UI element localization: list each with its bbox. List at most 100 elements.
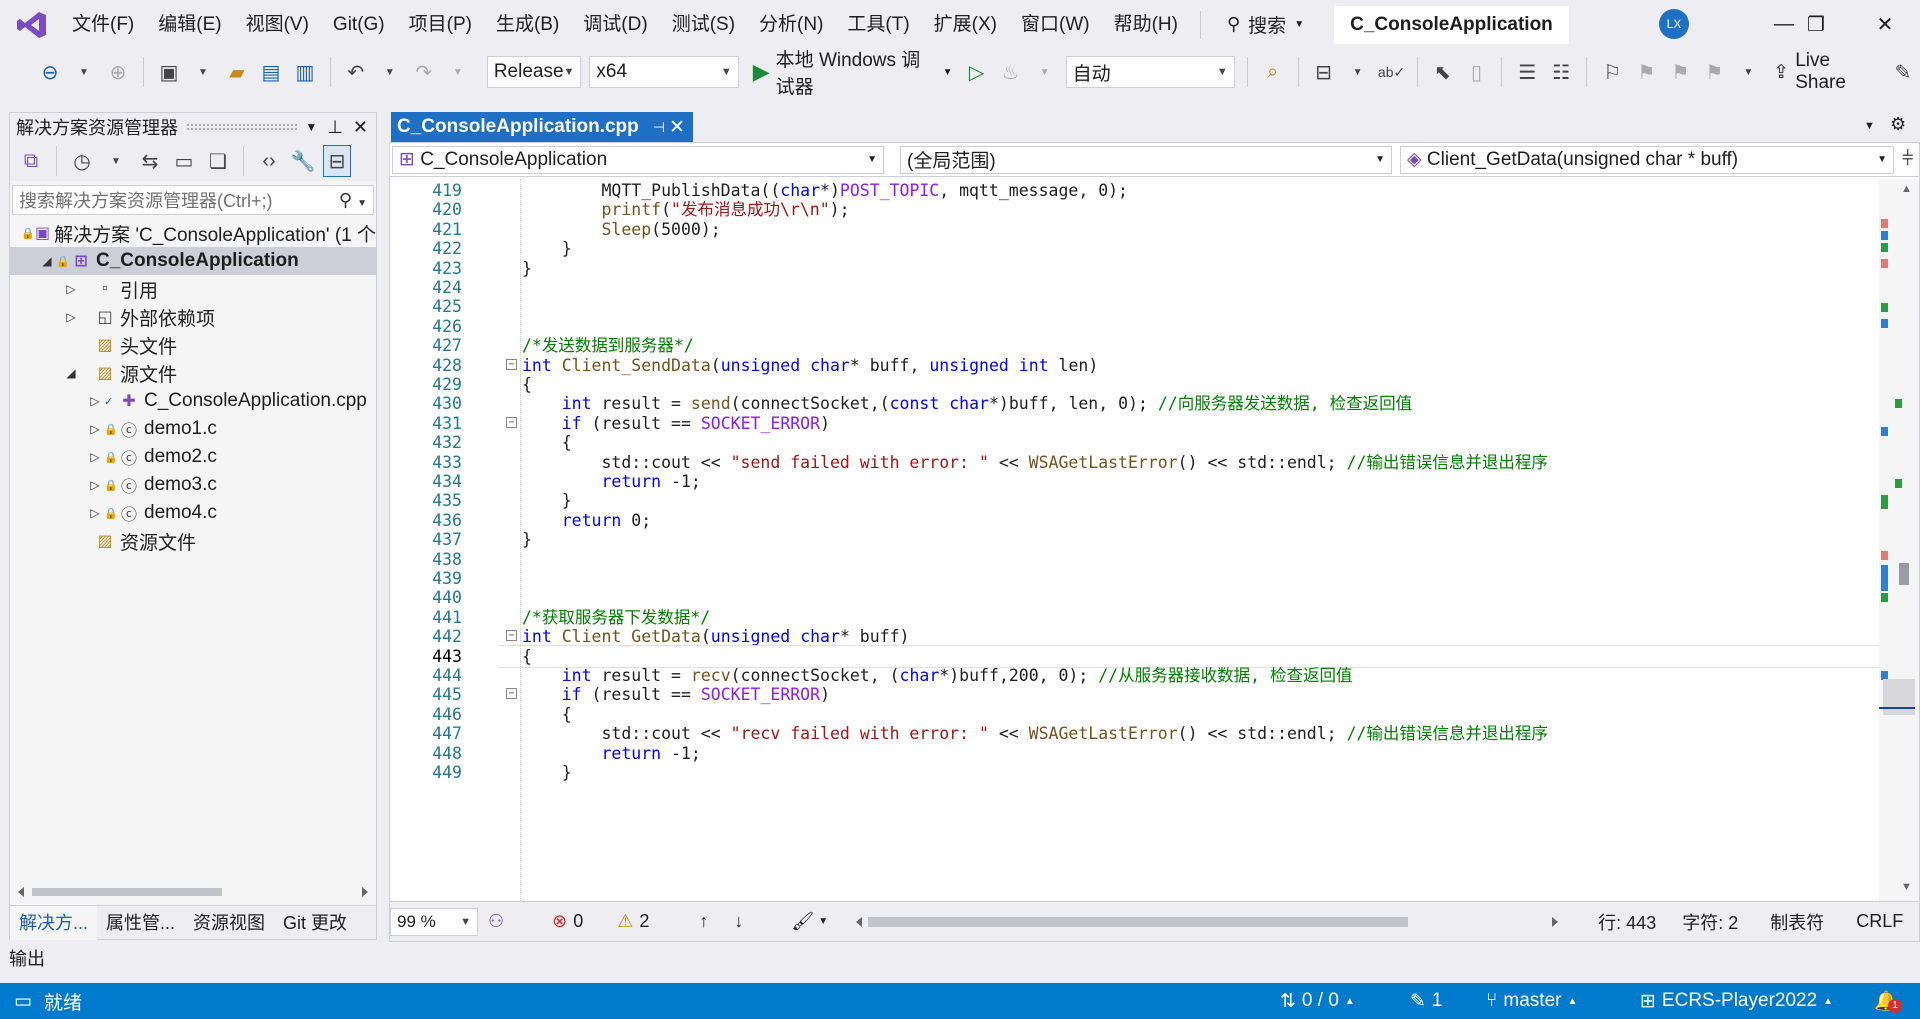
code-line[interactable]: 449 } xyxy=(390,761,1880,784)
panel-tab[interactable]: 属性管... xyxy=(97,906,184,940)
menu-item[interactable]: 测试(S) xyxy=(660,0,747,49)
menu-item[interactable]: 项目(P) xyxy=(397,0,484,49)
tree-item[interactable]: ▷ 🔒 ⓒ demo4.c xyxy=(10,499,376,527)
eol-mode[interactable]: CRLF xyxy=(1856,911,1903,932)
code-cleanup-icon[interactable]: 🖌 xyxy=(791,911,814,932)
panel-tab[interactable]: 解决方... xyxy=(10,905,98,940)
menu-item[interactable]: 工具(T) xyxy=(835,0,921,49)
menu-item[interactable]: 视图(V) xyxy=(234,0,321,49)
config-combo[interactable]: Release ▼ xyxy=(486,56,582,88)
notifications-button[interactable]: 🔔 1 xyxy=(1874,989,1902,1013)
close-tab-icon[interactable]: ✕ xyxy=(669,116,685,139)
warning-icon[interactable]: ⚠ xyxy=(617,911,633,932)
panel-menu-icon[interactable]: ▼ xyxy=(305,120,317,134)
auto-combo[interactable]: 自动 ▼ xyxy=(1065,56,1235,88)
arrow-down-icon[interactable]: ↓ xyxy=(734,911,743,932)
code-area[interactable]: 419 MQTT_PublishData((char*)POST_TOPIC, … xyxy=(390,179,1880,901)
settings-gear-icon[interactable]: ⚙ xyxy=(1890,114,1906,135)
intellicode-icon[interactable]: ⚇ xyxy=(488,911,504,932)
zoom-combo[interactable]: 99 % ▼ xyxy=(390,907,478,936)
horizontal-scrollbar[interactable] xyxy=(18,885,368,899)
tree-item[interactable]: ▨ 头文件 xyxy=(10,331,376,359)
close-panel-icon[interactable]: ✕ xyxy=(353,117,368,138)
tree-item[interactable]: ▷ 🔒 ⓒ demo3.c xyxy=(10,471,376,499)
menu-item[interactable]: 生成(B) xyxy=(484,0,571,49)
nav-scope-combo[interactable]: (全局范围) ▼ xyxy=(900,145,1392,174)
chevron-down-icon[interactable]: ▼ xyxy=(818,916,828,927)
tree-item[interactable]: 🔒 ▣ 解决方案 'C_ConsoleApplication' (1 个 xyxy=(10,219,376,247)
expand-chevron-icon[interactable]: ▷ xyxy=(62,310,80,324)
bookmark-icon[interactable]: ⚐ xyxy=(1598,56,1626,88)
nav-project-combo[interactable]: ⊞ C_ConsoleApplication ▼ xyxy=(392,145,884,174)
visual-studio-logo-icon[interactable] xyxy=(16,10,48,40)
scroll-up-icon[interactable]: ▲ xyxy=(1901,183,1912,195)
menu-item[interactable]: 调试(D) xyxy=(571,0,659,49)
tree-item[interactable]: ▷ 🔒 ⓒ demo2.c xyxy=(10,443,376,471)
start-without-debug-icon[interactable]: ▷ xyxy=(963,56,991,88)
outdent-icon[interactable]: ☷ xyxy=(1547,56,1575,88)
back-nav-icon[interactable]: ⊖ xyxy=(36,56,64,88)
account-avatar[interactable]: LX xyxy=(1659,9,1689,39)
expand-chevron-icon[interactable]: ◢ xyxy=(38,254,56,268)
chevron-down-icon[interactable]: ▼ xyxy=(70,56,98,88)
changes-status[interactable]: ✎ 1 xyxy=(1410,990,1443,1013)
menu-item[interactable]: 编辑(E) xyxy=(146,0,233,49)
menu-item[interactable]: Git(G) xyxy=(321,0,397,49)
menu-item[interactable]: 帮助(H) xyxy=(1102,0,1190,49)
document-tab[interactable]: C_ConsoleApplication.cpp ⊣ ✕ xyxy=(391,112,693,142)
find-in-files-icon[interactable]: ⌕ xyxy=(1259,56,1287,88)
fold-toggle-icon[interactable]: − xyxy=(506,688,517,700)
prev-bookmark-icon[interactable]: ⚑ xyxy=(1632,56,1660,88)
menu-item[interactable]: 扩展(X) xyxy=(922,0,1009,49)
line-info[interactable]: 行: 443 xyxy=(1598,909,1656,935)
expand-chevron-icon[interactable]: ▷ xyxy=(86,506,104,520)
chevron-down-icon[interactable]: ▼ xyxy=(376,56,404,88)
sync-icon[interactable]: ⇆ xyxy=(136,145,164,177)
redo-icon[interactable]: ↷ xyxy=(410,56,438,88)
menu-item[interactable]: 分析(N) xyxy=(747,0,835,49)
forward-nav-icon[interactable]: ⊕ xyxy=(104,56,132,88)
feedback-icon[interactable]: ✎ xyxy=(1889,56,1917,88)
tree-item[interactable]: ▷ ▫ 引用 xyxy=(10,275,376,303)
open-folder-icon[interactable]: ▰ xyxy=(223,56,251,88)
expand-chevron-icon[interactable]: ▷ xyxy=(86,450,104,464)
hot-reload-icon[interactable]: ♨ xyxy=(997,56,1025,88)
tree-item[interactable]: ◢ 🔒 ⊞ C_ConsoleApplication xyxy=(10,247,376,275)
repo-status[interactable]: ⊞ ECRS-Player2022 ▲ xyxy=(1640,990,1833,1013)
sync-status[interactable]: ⇅ 0 / 0 ▲ xyxy=(1280,990,1355,1013)
clear-bookmarks-icon[interactable]: ⚑ xyxy=(1700,56,1728,88)
start-debug-button[interactable]: ▶ 本地 Windows 调试器 ▼ xyxy=(753,45,953,99)
pin-icon[interactable]: ⊥ xyxy=(327,117,343,138)
nav-member-combo[interactable]: ◈ Client_GetData(unsigned char * buff) ▼ xyxy=(1400,145,1894,174)
chevron-down-icon[interactable]: ▼ xyxy=(1344,56,1372,88)
output-panel-title[interactable]: 输出 xyxy=(9,945,45,971)
tree-item[interactable]: ▷ ✓ ✚ C_ConsoleApplication.cpp xyxy=(10,387,376,415)
tree-item[interactable]: ▷ 🔒 ⓒ demo1.c xyxy=(10,415,376,443)
indent-icon[interactable]: ☰ xyxy=(1513,56,1541,88)
close-window-button[interactable]: ✕ xyxy=(1855,0,1915,49)
panel-tab[interactable]: 资源视图 xyxy=(184,906,274,940)
fold-toggle-icon[interactable]: − xyxy=(506,630,517,642)
fold-toggle-icon[interactable]: − xyxy=(506,416,517,428)
chevron-down-icon[interactable]: ▼ xyxy=(1734,56,1762,88)
tree-item[interactable]: ▨ 资源文件 xyxy=(10,527,376,555)
chevron-down-icon[interactable]: ▼ xyxy=(1031,56,1059,88)
pin-tab-icon[interactable]: ⊣ xyxy=(653,119,665,136)
spell-check-icon[interactable]: ab✓ xyxy=(1378,56,1406,88)
new-project-icon[interactable]: ▣ xyxy=(155,56,183,88)
expand-chevron-icon[interactable]: ▷ xyxy=(62,282,80,296)
drag-handle[interactable] xyxy=(186,123,298,131)
view-code-icon[interactable]: ‹› xyxy=(255,145,283,177)
arrow-up-icon[interactable]: ↑ xyxy=(699,911,708,932)
live-share-button[interactable]: ⇪ Live Share xyxy=(1773,50,1875,94)
clipboard-icon[interactable]: ▯ xyxy=(1462,56,1490,88)
tree-item[interactable]: ◢ ▨ 源文件 xyxy=(10,359,376,387)
expand-chevron-icon[interactable]: ◢ xyxy=(62,366,80,380)
expand-chevron-icon[interactable]: ▷ xyxy=(86,394,104,408)
select-icon[interactable]: ⬉ xyxy=(1428,56,1456,88)
save-all-icon[interactable]: ▥ xyxy=(291,56,319,88)
indent-mode[interactable]: 制表符 xyxy=(1770,909,1824,935)
tree-item[interactable]: ▷ ◱ 外部依赖项 xyxy=(10,303,376,331)
panel-tab[interactable]: Git 更改 xyxy=(274,906,356,940)
chevron-down-icon[interactable]: ▼ xyxy=(102,145,130,177)
